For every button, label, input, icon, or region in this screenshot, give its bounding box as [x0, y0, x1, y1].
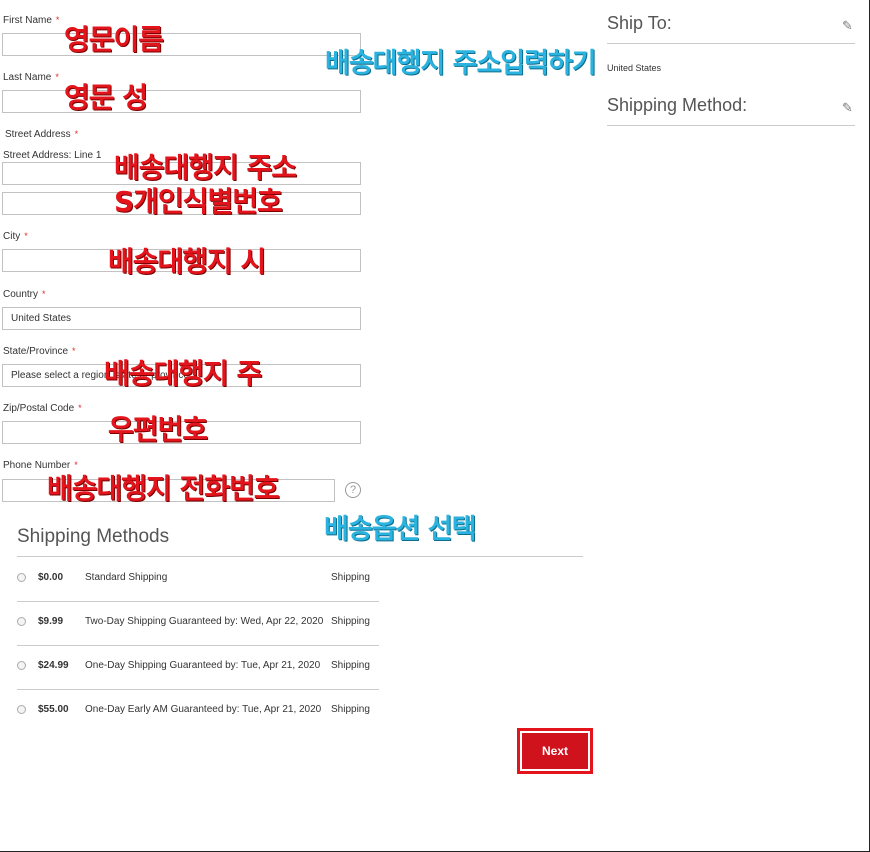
pencil-icon[interactable]: ✎	[842, 100, 853, 116]
divider	[607, 125, 855, 126]
country-label: Country *	[3, 289, 46, 300]
annotation-shipping-option: 배송옵션 선택	[324, 514, 476, 545]
divider	[17, 556, 583, 557]
ship-to-address: United States	[607, 63, 662, 73]
shipping-method-title: Shipping Method:	[607, 95, 748, 115]
annotation-first-name: 영문이름	[64, 23, 164, 56]
shipping-methods-title: Shipping Methods	[17, 526, 170, 547]
next-button-highlight: Next	[517, 728, 593, 774]
annotation-street2: S개인식별번호	[114, 185, 283, 218]
ship-to-title: Ship To:	[607, 13, 672, 33]
annotation-zip: 우편번호	[108, 413, 208, 446]
shipping-description: Standard Shipping	[85, 572, 168, 583]
state-label: State/Province *	[3, 346, 76, 357]
annotation-street: 배송대행지 주소	[114, 151, 297, 184]
country-select[interactable]: United States	[2, 307, 361, 330]
shipping-description: One-Day Early AM Guaranteed by: Tue, Apr…	[85, 704, 322, 715]
zip-label: Zip/Postal Code *	[3, 403, 82, 414]
last-name-input[interactable]	[2, 90, 361, 113]
divider	[607, 43, 855, 44]
annotation-state: 배송대행지 주	[104, 357, 262, 390]
shipping-option-row[interactable]: $55.00 One-Day Early AM Guaranteed by: T…	[17, 690, 379, 734]
shipping-option-row[interactable]: $9.99 Two-Day Shipping Guaranteed by: We…	[17, 602, 379, 646]
shipping-description: Two-Day Shipping Guaranteed by: Wed, Apr…	[85, 616, 324, 627]
annotation-last-name: 영문 성	[64, 81, 148, 114]
first-name-label: First Name *	[3, 15, 60, 26]
annotation-phone: 배송대행지 전화번호	[47, 472, 280, 505]
last-name-label: Last Name *	[3, 72, 59, 83]
shipping-price: $9.99	[38, 616, 64, 627]
annotation-city: 배송대행지 시	[108, 245, 266, 278]
first-name-input[interactable]	[2, 33, 361, 56]
pencil-icon[interactable]: ✎	[842, 18, 853, 34]
shipping-carrier: Shipping	[331, 572, 370, 583]
shipping-price: $24.99	[38, 660, 69, 671]
help-icon[interactable]: ?	[345, 482, 361, 498]
radio-button[interactable]	[17, 705, 26, 714]
shipping-carrier: Shipping	[331, 616, 370, 627]
phone-label: Phone Number *	[3, 460, 78, 471]
shipping-carrier: Shipping	[331, 660, 370, 671]
radio-button[interactable]	[17, 573, 26, 582]
shipping-carrier: Shipping	[331, 704, 370, 715]
shipping-option-row[interactable]: $0.00 Standard Shipping Shipping	[17, 558, 379, 602]
street-line1-label: Street Address: Line 1	[3, 150, 102, 161]
shipping-description: One-Day Shipping Guaranteed by: Tue, Apr…	[85, 660, 321, 671]
shipping-option-row[interactable]: $24.99 One-Day Shipping Guaranteed by: T…	[17, 646, 379, 690]
next-button[interactable]: Next	[522, 733, 588, 769]
city-label: City *	[3, 231, 28, 242]
shipping-price: $0.00	[38, 572, 64, 583]
radio-button[interactable]	[17, 617, 26, 626]
radio-button[interactable]	[17, 661, 26, 670]
street-address-label: Street Address *	[5, 129, 79, 140]
shipping-price: $55.00	[38, 704, 69, 715]
annotation-address-header: 배송대행지 주소입력하기	[325, 48, 597, 79]
